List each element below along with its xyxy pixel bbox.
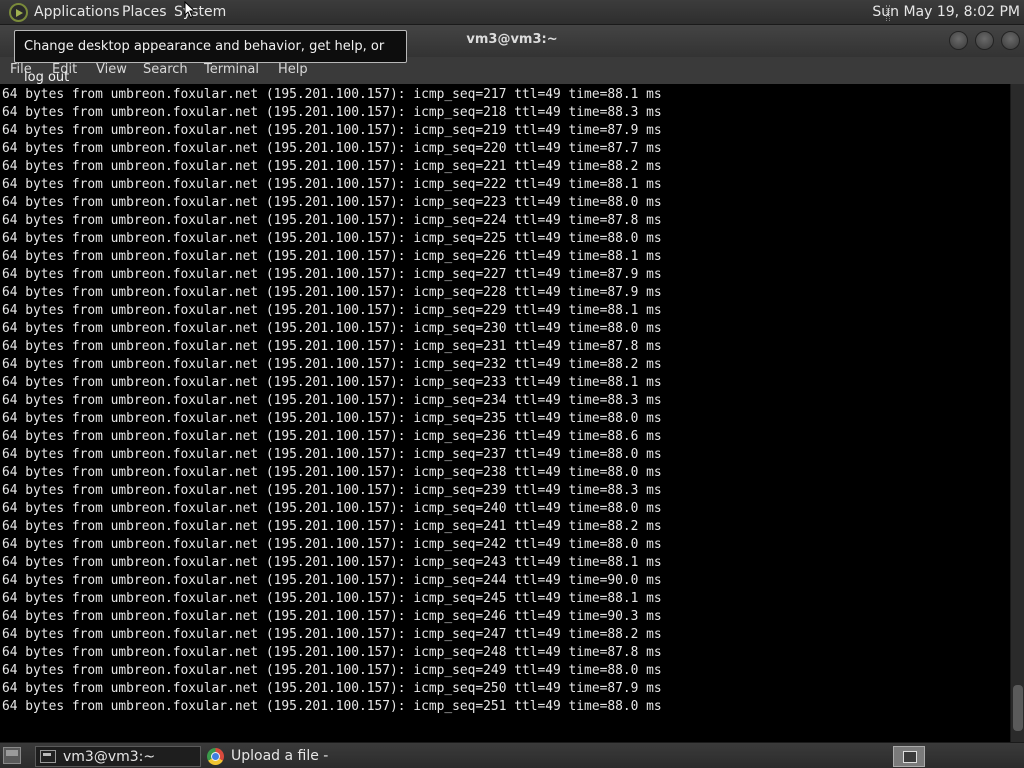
terminal-line: 64 bytes from umbreon.foxular.net (195.2…	[2, 429, 662, 444]
system-menu-tooltip: Change desktop appearance and behavior, …	[14, 30, 407, 85]
terminal-line: 64 bytes from umbreon.foxular.net (195.2…	[2, 357, 662, 372]
taskbar-item-chrome[interactable]: Upload a file - Chro...	[204, 746, 370, 767]
terminal-line: 64 bytes from umbreon.foxular.net (195.2…	[2, 627, 662, 642]
terminal-line: 64 bytes from umbreon.foxular.net (195.2…	[2, 231, 662, 246]
terminal-line: 64 bytes from umbreon.foxular.net (195.2…	[2, 699, 662, 714]
terminal-line: 64 bytes from umbreon.foxular.net (195.2…	[2, 321, 662, 336]
clock[interactable]: Sun May 19, 8:02 PM	[872, 0, 1020, 25]
menu-places[interactable]: Places	[122, 0, 167, 25]
terminal-line: 64 bytes from umbreon.foxular.net (195.2…	[2, 285, 662, 300]
menu-applications[interactable]: Applications	[34, 0, 120, 25]
terminal-line: 64 bytes from umbreon.foxular.net (195.2…	[2, 195, 662, 210]
terminal-line: 64 bytes from umbreon.foxular.net (195.2…	[2, 555, 662, 570]
top-panel: Applications Places System Sun May 19, 8…	[0, 0, 1024, 25]
terminal-line: 64 bytes from umbreon.foxular.net (195.2…	[2, 411, 662, 426]
show-desktop-icon[interactable]	[3, 747, 21, 764]
terminal-scrollbar[interactable]	[1010, 84, 1024, 742]
close-button[interactable]	[1001, 31, 1020, 50]
terminal-line: 64 bytes from umbreon.foxular.net (195.2…	[2, 681, 662, 696]
terminal-line: 64 bytes from umbreon.foxular.net (195.2…	[2, 591, 662, 606]
workspace-switcher-icon[interactable]	[893, 746, 925, 767]
terminal-line: 64 bytes from umbreon.foxular.net (195.2…	[2, 105, 662, 120]
terminal-line: 64 bytes from umbreon.foxular.net (195.2…	[2, 141, 662, 156]
minimize-button[interactable]	[949, 31, 968, 50]
menu-terminal[interactable]: Terminal	[204, 62, 259, 77]
terminal-line: 64 bytes from umbreon.foxular.net (195.2…	[2, 483, 662, 498]
taskbar-item-terminal[interactable]: vm3@vm3:~	[35, 746, 201, 767]
terminal-line: 64 bytes from umbreon.foxular.net (195.2…	[2, 267, 662, 282]
applications-logo-icon[interactable]	[9, 3, 28, 22]
bottom-panel: vm3@vm3:~ Upload a file - Chro...	[0, 742, 1024, 768]
terminal-line: 64 bytes from umbreon.foxular.net (195.2…	[2, 393, 662, 408]
terminal-window: vm3@vm3:~ File Edit View Search Terminal…	[0, 25, 1024, 742]
terminal-line: 64 bytes from umbreon.foxular.net (195.2…	[2, 303, 662, 318]
terminal-line: 64 bytes from umbreon.foxular.net (195.2…	[2, 375, 662, 390]
menu-system[interactable]: System	[174, 0, 226, 25]
terminal-line: 64 bytes from umbreon.foxular.net (195.2…	[2, 87, 662, 102]
maximize-button[interactable]	[975, 31, 994, 50]
terminal-line: 64 bytes from umbreon.foxular.net (195.2…	[2, 519, 662, 534]
terminal-line: 64 bytes from umbreon.foxular.net (195.2…	[2, 465, 662, 480]
terminal-line: 64 bytes from umbreon.foxular.net (195.2…	[2, 663, 662, 678]
terminal-line: 64 bytes from umbreon.foxular.net (195.2…	[2, 447, 662, 462]
terminal-line: 64 bytes from umbreon.foxular.net (195.2…	[2, 159, 662, 174]
terminal-line: 64 bytes from umbreon.foxular.net (195.2…	[2, 213, 662, 228]
terminal-line: 64 bytes from umbreon.foxular.net (195.2…	[2, 537, 662, 552]
terminal-line: 64 bytes from umbreon.foxular.net (195.2…	[2, 573, 662, 588]
terminal-line: 64 bytes from umbreon.foxular.net (195.2…	[2, 501, 662, 516]
chrome-icon	[207, 748, 224, 765]
terminal-line: 64 bytes from umbreon.foxular.net (195.2…	[2, 123, 662, 138]
taskbar-item-label: vm3@vm3:~	[63, 749, 156, 765]
scrollbar-thumb[interactable]	[1013, 685, 1023, 731]
terminal-line: 64 bytes from umbreon.foxular.net (195.2…	[2, 609, 662, 624]
terminal-output[interactable]: 64 bytes from umbreon.foxular.net (195.2…	[0, 84, 1010, 742]
menu-search[interactable]: Search	[143, 62, 188, 77]
menu-help[interactable]: Help	[278, 62, 308, 77]
terminal-line: 64 bytes from umbreon.foxular.net (195.2…	[2, 249, 662, 264]
mouse-pointer-icon	[184, 1, 196, 19]
menu-view[interactable]: View	[96, 62, 127, 77]
terminal-icon	[40, 750, 56, 763]
terminal-line: 64 bytes from umbreon.foxular.net (195.2…	[2, 645, 662, 660]
terminal-line: 64 bytes from umbreon.foxular.net (195.2…	[2, 339, 662, 354]
terminal-line: 64 bytes from umbreon.foxular.net (195.2…	[2, 177, 662, 192]
taskbar-item-label: Upload a file - Chro...	[231, 748, 329, 764]
